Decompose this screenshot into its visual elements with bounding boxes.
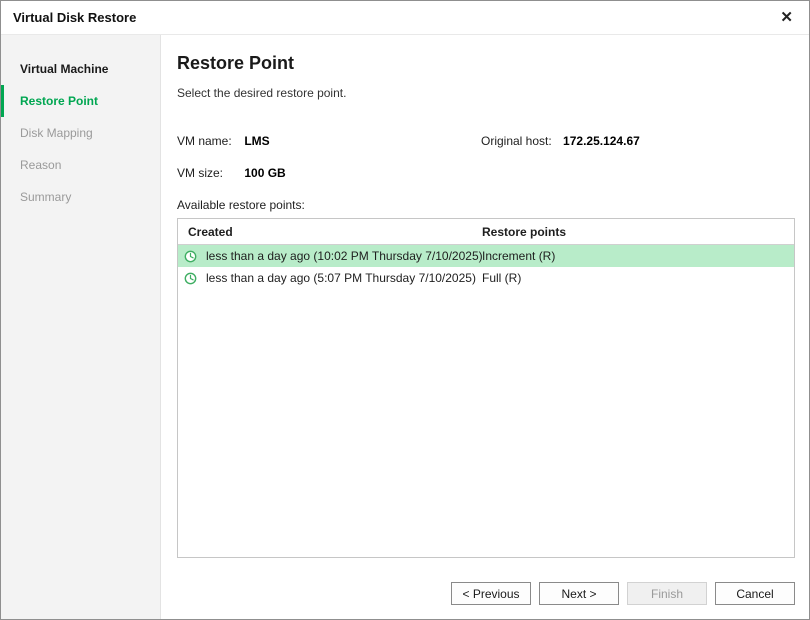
vm-name-value: LMS	[244, 134, 269, 148]
table-body: less than a day ago (10:02 PM Thursday 7…	[178, 245, 794, 557]
vm-size-label: VM size:	[177, 166, 239, 180]
restore-points-caption: Available restore points:	[177, 198, 795, 212]
vm-info: VM name: LMS Original host: 172.25.124.6…	[177, 134, 795, 181]
restore-point-created: less than a day ago (10:02 PM Thursday 7…	[206, 249, 482, 263]
finish-button: Finish	[627, 582, 707, 605]
virtual-disk-restore-window: Virtual Disk Restore ✕ Virtual Machine R…	[0, 0, 810, 620]
step-label: Disk Mapping	[20, 126, 93, 140]
next-button[interactable]: Next >	[539, 582, 619, 605]
vm-name-label: VM name:	[177, 134, 239, 148]
previous-button[interactable]: < Previous	[451, 582, 531, 605]
titlebar: Virtual Disk Restore ✕	[1, 1, 809, 35]
column-header-restore-points[interactable]: Restore points	[482, 225, 794, 239]
wizard-steps-sidebar: Virtual Machine Restore Point Disk Mappi…	[1, 35, 161, 619]
step-summary: Summary	[1, 181, 160, 213]
main-panel: Restore Point Select the desired restore…	[161, 35, 810, 619]
wizard-buttons: < Previous Next > Finish Cancel	[451, 582, 795, 605]
cancel-button[interactable]: Cancel	[715, 582, 795, 605]
step-virtual-machine[interactable]: Virtual Machine	[1, 53, 160, 85]
restore-point-clock-icon	[184, 272, 200, 285]
restore-point-clock-icon	[184, 250, 200, 263]
close-icon[interactable]: ✕	[776, 8, 797, 27]
step-label: Virtual Machine	[20, 62, 108, 76]
step-label: Reason	[20, 158, 61, 172]
page-title: Restore Point	[177, 53, 795, 74]
column-header-created[interactable]: Created	[188, 225, 482, 239]
page-subtitle: Select the desired restore point.	[177, 86, 795, 100]
step-restore-point[interactable]: Restore Point	[1, 85, 160, 117]
table-header: Created Restore points	[178, 219, 794, 245]
original-host-value: 172.25.124.67	[563, 134, 640, 148]
restore-point-created: less than a day ago (5:07 PM Thursday 7/…	[206, 271, 482, 285]
vm-size-value: 100 GB	[244, 166, 285, 180]
original-host-label: Original host:	[481, 134, 552, 148]
step-label: Restore Point	[20, 94, 98, 108]
step-reason: Reason	[1, 149, 160, 181]
restore-points-table: Created Restore points less than a day a…	[177, 218, 795, 558]
step-disk-mapping: Disk Mapping	[1, 117, 160, 149]
restore-point-type: Full (R)	[482, 271, 794, 285]
restore-point-row[interactable]: less than a day ago (10:02 PM Thursday 7…	[178, 245, 794, 267]
window-title: Virtual Disk Restore	[13, 10, 136, 25]
restore-point-type: Increment (R)	[482, 249, 794, 263]
step-label: Summary	[20, 190, 71, 204]
restore-point-row[interactable]: less than a day ago (5:07 PM Thursday 7/…	[178, 267, 794, 289]
